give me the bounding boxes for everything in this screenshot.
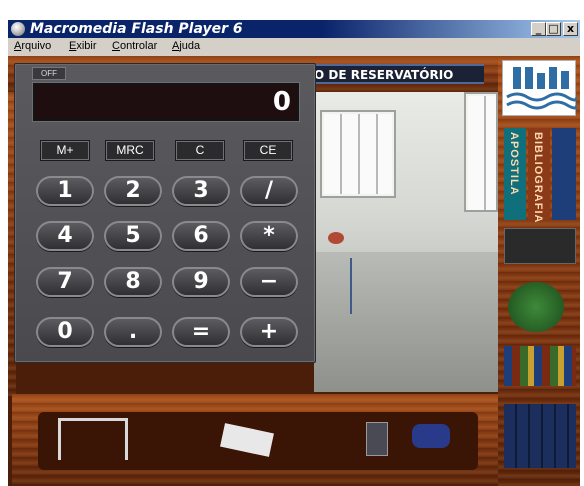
close-button[interactable]: x xyxy=(563,22,578,36)
book-apostila-label: APOSTILA xyxy=(508,132,520,196)
clear-button[interactable]: C xyxy=(175,140,225,161)
key-4[interactable]: 4 xyxy=(36,221,94,251)
window-title: Macromedia Flash Player 6 xyxy=(30,21,243,37)
menu-controlar[interactable]: Controlar xyxy=(112,40,157,52)
flash-stage: O DE RESERVATÓRIO APOSTILA BIBLIOGRAFIA xyxy=(8,56,580,486)
camera-object[interactable] xyxy=(412,424,450,448)
mrc-button[interactable]: MRC xyxy=(105,140,155,161)
book-apostila[interactable]: APOSTILA xyxy=(504,128,526,220)
calculator-object[interactable] xyxy=(366,422,388,456)
key-1[interactable]: 1 xyxy=(36,176,94,206)
m-plus-button[interactable]: M+ xyxy=(40,140,90,161)
lab-red-object xyxy=(328,232,344,244)
key-2[interactable]: 2 xyxy=(104,176,162,206)
calculator-display: 0 xyxy=(33,83,299,121)
key-3[interactable]: 3 xyxy=(172,176,230,206)
banner-text: O DE RESERVATÓRIO xyxy=(314,68,454,82)
reference-books-row[interactable] xyxy=(504,404,576,468)
minimize-button[interactable]: _ xyxy=(531,22,546,36)
flash-app-icon[interactable] xyxy=(11,22,25,36)
menu-exibir[interactable]: Exibir xyxy=(69,40,97,52)
key-7[interactable]: 7 xyxy=(36,267,94,297)
menu-arquivo[interactable]: Arquivo xyxy=(14,40,51,52)
clear-entry-button[interactable]: CE xyxy=(243,140,293,161)
menu-bar: Arquivo Exibir Controlar Ajuda xyxy=(8,38,580,56)
small-books-row[interactable] xyxy=(504,346,576,386)
menu-ajuda[interactable]: Ajuda xyxy=(172,40,200,52)
off-button[interactable]: OFF xyxy=(32,67,66,80)
title-banner: O DE RESERVATÓRIO xyxy=(308,64,484,84)
lab-pipe xyxy=(350,258,352,314)
lab-scene xyxy=(314,92,498,392)
key-6[interactable]: 6 xyxy=(172,221,230,251)
newtons-cradle[interactable] xyxy=(58,418,128,460)
book-bibliografia-label: BIBLIOGRAFIA xyxy=(532,132,544,224)
key-decimal[interactable]: . xyxy=(104,317,162,347)
stereo-device[interactable] xyxy=(504,228,576,264)
key-multiply[interactable]: * xyxy=(240,221,298,251)
key-equals[interactable]: = xyxy=(172,317,230,347)
calculator[interactable]: OFF 0 M+ MRC C CE 1 2 3 / 4 5 6 * 7 8 9 … xyxy=(14,63,316,363)
institution-logo xyxy=(502,60,579,116)
lab-window-right xyxy=(464,92,498,212)
key-8[interactable]: 8 xyxy=(104,267,162,297)
bottom-shelf xyxy=(12,394,498,486)
key-divide[interactable]: / xyxy=(240,176,298,206)
lab-floor xyxy=(314,252,498,392)
maximize-button[interactable]: □ xyxy=(546,22,561,36)
key-0[interactable]: 0 xyxy=(36,317,94,347)
key-minus[interactable]: − xyxy=(240,267,298,297)
key-5[interactable]: 5 xyxy=(104,221,162,251)
lab-window-left xyxy=(320,110,396,198)
book-bibliografia[interactable]: BIBLIOGRAFIA xyxy=(528,128,550,224)
plant-pot xyxy=(508,282,564,332)
display-value: 0 xyxy=(272,87,291,117)
book-blue[interactable] xyxy=(552,128,576,220)
key-9[interactable]: 9 xyxy=(172,267,230,297)
title-bar[interactable]: Macromedia Flash Player 6 _ □ x xyxy=(8,20,580,38)
key-plus[interactable]: + xyxy=(240,317,298,347)
